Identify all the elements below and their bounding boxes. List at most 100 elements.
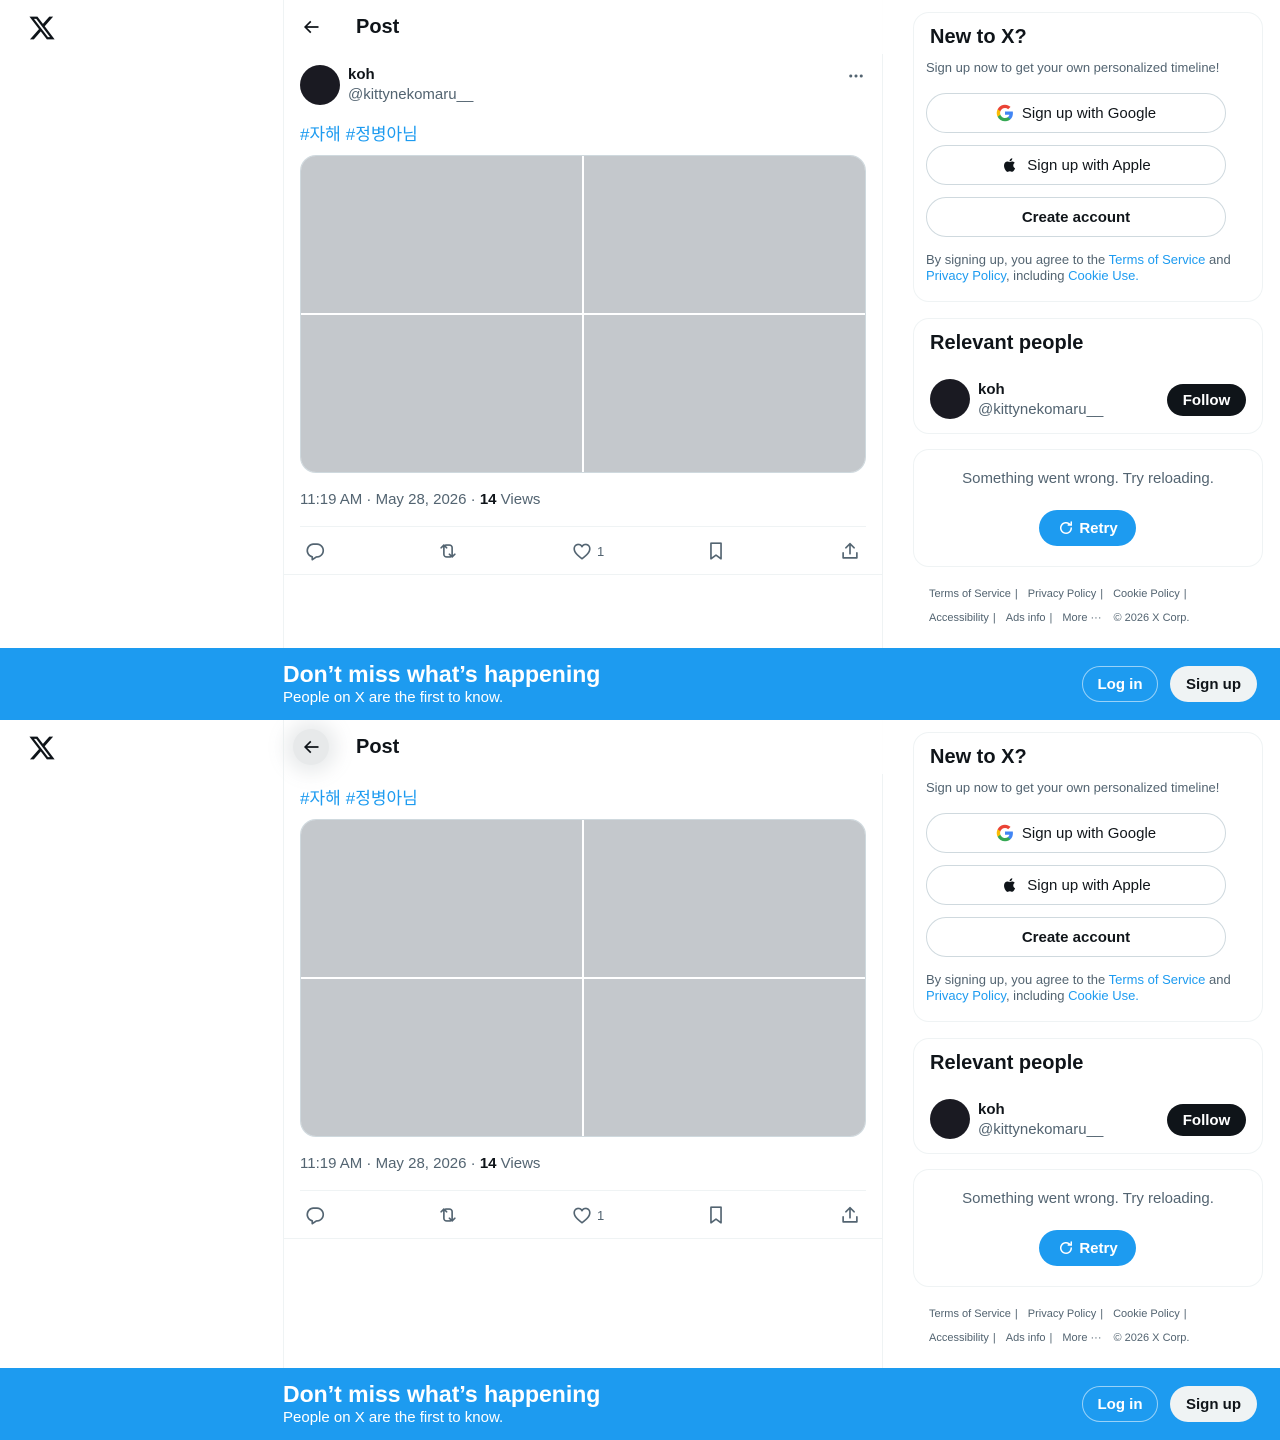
post-timestamp[interactable]: 11:19 AM · May 28, 2026 · <box>300 1155 480 1172</box>
google-icon <box>996 824 1013 842</box>
create-account-button[interactable]: Create account <box>926 917 1226 957</box>
screen-top: Post koh @kittynekomaru__ #자해 #정병아님 11:19… <box>0 0 1280 720</box>
footer-more-link[interactable]: More ··· <box>1062 612 1101 624</box>
author-handle[interactable]: @kittynekomaru__ <box>348 86 473 103</box>
post-photo[interactable] <box>584 820 865 977</box>
footer-more-link[interactable]: More ··· <box>1062 1332 1101 1344</box>
hashtag-link[interactable]: #정병아님 <box>346 789 418 808</box>
reply-button[interactable] <box>304 1203 326 1227</box>
footer-separator: | <box>1014 1308 1018 1320</box>
error-message: Something went wrong. Try reloading. <box>962 470 1214 487</box>
retry-button[interactable]: Retry <box>1039 1230 1136 1266</box>
retry-button[interactable]: Retry <box>1039 510 1136 546</box>
avatar[interactable] <box>930 379 970 419</box>
retry-label: Retry <box>1079 1239 1118 1257</box>
share-icon <box>842 542 858 559</box>
footer-ads-link[interactable]: Ads info <box>1006 612 1046 624</box>
bookmark-button[interactable] <box>705 1203 727 1227</box>
signup-subtitle: Sign up now to get your own personalized… <box>926 780 1220 795</box>
footer-privacy-link[interactable]: Privacy Policy <box>1028 1308 1096 1320</box>
footer-cookie-link[interactable]: Cookie Policy <box>1113 588 1180 600</box>
page-title: Post <box>356 735 400 758</box>
x-logo-icon[interactable] <box>28 734 56 762</box>
post-media-grid <box>300 819 866 1137</box>
person-handle[interactable]: @kittynekomaru__ <box>978 1121 1103 1138</box>
footer-accessibility-link[interactable]: Accessibility <box>929 612 989 624</box>
person-name[interactable]: koh <box>978 381 1005 398</box>
signup-button[interactable]: Sign up <box>1170 1386 1257 1422</box>
refresh-icon <box>1060 521 1073 534</box>
back-button[interactable] <box>293 9 329 45</box>
repost-button[interactable] <box>437 1203 459 1227</box>
bookmark-button[interactable] <box>705 539 727 563</box>
person-handle[interactable]: @kittynekomaru__ <box>978 401 1103 418</box>
footer-ads-link[interactable]: Ads info <box>1006 1332 1046 1344</box>
legal-and: and <box>1205 252 1231 267</box>
signup-card: New to X? Sign up now to get your own pe… <box>913 12 1263 302</box>
post-photo[interactable] <box>301 315 582 472</box>
footer-terms-link[interactable]: Terms of Service <box>929 1308 1011 1320</box>
post-photo[interactable] <box>584 315 865 472</box>
post-timestamp[interactable]: 11:19 AM · May 28, 2026 · <box>300 491 480 508</box>
views-count: 14 <box>479 1155 497 1172</box>
signup-button[interactable]: Sign up <box>1170 666 1257 702</box>
footer-terms-link[interactable]: Terms of Service <box>929 588 1011 600</box>
refresh-icon <box>1060 1241 1073 1254</box>
signup-card: New to X? Sign up now to get your own pe… <box>913 732 1263 1022</box>
reply-button[interactable] <box>304 539 326 563</box>
post-photo[interactable] <box>301 979 582 1136</box>
back-button[interactable] <box>293 729 329 765</box>
create-account-button[interactable]: Create account <box>926 197 1226 237</box>
signup-google-button[interactable]: Sign up with Google <box>926 813 1226 853</box>
more-options-button[interactable] <box>844 66 868 86</box>
person-name[interactable]: koh <box>978 1101 1005 1118</box>
privacy-link[interactable]: Privacy Policy <box>926 988 1006 1003</box>
post-photo[interactable] <box>584 156 865 313</box>
signup-apple-label: Sign up with Apple <box>1027 156 1151 174</box>
post-text: #자해 #정병아님 <box>300 120 423 145</box>
login-button[interactable]: Log in <box>1082 1386 1158 1422</box>
signup-subtitle: Sign up now to get your own personalized… <box>926 60 1220 75</box>
google-icon <box>996 104 1013 122</box>
follow-button[interactable]: Follow <box>1167 1104 1246 1136</box>
signup-apple-button[interactable]: Sign up with Apple <box>926 865 1226 905</box>
footer-separator: | <box>992 1332 996 1344</box>
cookie-use-link[interactable]: Cookie Use. <box>1068 268 1139 283</box>
avatar[interactable] <box>930 1099 970 1139</box>
follow-button[interactable]: Follow <box>1167 384 1246 416</box>
like-button[interactable]: 1 <box>571 1203 604 1227</box>
hashtag-link[interactable]: #자해 <box>300 789 341 808</box>
banner-subtitle: People on X are the first to know. <box>283 689 504 706</box>
share-button[interactable] <box>839 1203 861 1227</box>
apple-icon <box>1004 158 1016 172</box>
banner-subtitle: People on X are the first to know. <box>283 1409 504 1426</box>
share-button[interactable] <box>839 539 861 563</box>
cookie-use-link[interactable]: Cookie Use. <box>1068 988 1139 1003</box>
footer-accessibility-link[interactable]: Accessibility <box>929 1332 989 1344</box>
signup-google-button[interactable]: Sign up with Google <box>926 93 1226 133</box>
terms-link[interactable]: Terms of Service <box>1109 252 1206 267</box>
post-photo[interactable] <box>584 979 865 1136</box>
like-button[interactable]: 1 <box>571 539 604 563</box>
login-button[interactable]: Log in <box>1082 666 1158 702</box>
bookmark-icon <box>710 542 722 560</box>
signup-google-label: Sign up with Google <box>1021 824 1157 842</box>
signup-apple-button[interactable]: Sign up with Apple <box>926 145 1226 185</box>
footer-separator: | <box>1183 1308 1187 1320</box>
footer-cookie-link[interactable]: Cookie Policy <box>1113 1308 1180 1320</box>
error-card: Something went wrong. Try reloading. Ret… <box>913 449 1263 567</box>
hashtag-link[interactable]: #자해 <box>300 125 341 144</box>
repost-button[interactable] <box>437 539 459 563</box>
main-column: Post koh @kittynekomaru__ #자해 #정병아님 11:19… <box>283 0 883 648</box>
avatar[interactable] <box>300 65 340 105</box>
privacy-link[interactable]: Privacy Policy <box>926 268 1006 283</box>
hashtag-link[interactable]: #정병아님 <box>346 125 418 144</box>
author-name[interactable]: koh <box>348 66 375 83</box>
footer-separator: | <box>1183 588 1187 600</box>
post-photo[interactable] <box>301 820 582 977</box>
terms-link[interactable]: Terms of Service <box>1109 972 1206 987</box>
footer-privacy-link[interactable]: Privacy Policy <box>1028 588 1096 600</box>
post-media-grid <box>300 155 866 473</box>
post-photo[interactable] <box>301 156 582 313</box>
x-logo-icon[interactable] <box>28 14 56 42</box>
